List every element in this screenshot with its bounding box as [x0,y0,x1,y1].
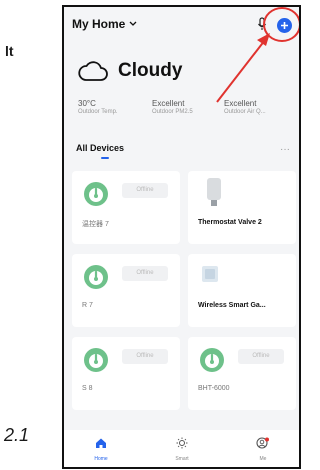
thermostat-icon [84,182,108,206]
chevron-down-icon [129,21,137,26]
cloud-icon [78,61,108,81]
radiator-valve-icon [207,178,221,206]
device-name: Thermostat Valve 2 [198,219,262,226]
device-name: S 8 [82,385,93,392]
weather-stat: 30°C Outdoor Temp. [78,99,148,115]
bottom-tab-bar: Home Smart Me [64,430,299,467]
offline-badge: Offline [238,349,284,364]
tab-me[interactable]: Me [238,436,288,462]
device-card[interactable]: Thermostat Valve 2 [188,171,296,244]
user-icon [256,437,269,449]
offline-badge: Offline [122,183,168,198]
stat-label: Outdoor Air Q... [224,109,266,115]
tab-label: Me [259,456,267,462]
device-name: Wireless Smart Ga... [198,302,266,309]
weather-stat: Excellent Outdoor PM2.5 [152,99,222,115]
home-selector[interactable]: My Home [72,17,137,31]
stat-value: Excellent [224,99,257,108]
device-name: 温控器 7 [82,221,109,228]
device-card[interactable]: Offline R 7 [72,254,180,327]
stat-label: Outdoor PM2.5 [152,109,193,115]
device-name: R 7 [82,302,93,309]
weather-summary: Cloudy [78,60,182,82]
stat-label: Outdoor Temp. [78,109,118,115]
annotation-circle [263,7,299,42]
tab-home[interactable]: Home [76,436,126,462]
figure-number: 2.1 [4,425,30,445]
stat-value: 30°C [78,99,96,108]
tab-label: Smart [175,456,189,462]
weather-stat: Excellent Outdoor Air Q... [224,99,294,115]
tab-smart[interactable]: Smart [157,436,207,462]
phone-screen: My Home Cloudy 30°C Outdoor Temp. Excell… [62,5,301,469]
offline-badge: Offline [122,266,168,281]
tab-all-devices[interactable]: All Devices [76,143,124,153]
thermostat-icon [84,265,108,289]
tab-indicator [101,157,109,159]
side-text-fragment: lt [5,43,14,59]
sun-icon [176,437,188,449]
smart-gateway-icon [202,266,218,282]
thermostat-icon [200,348,224,372]
device-card[interactable]: Offline S 8 [72,337,180,410]
device-card[interactable]: Offline 温控器 7 [72,171,180,244]
device-card[interactable]: Wireless Smart Ga... [188,254,296,327]
home-icon [96,438,106,448]
thermostat-icon [84,348,108,372]
offline-badge: Offline [122,349,168,364]
more-icon[interactable]: ··· [280,144,290,155]
weather-condition: Cloudy [118,60,183,81]
home-name: My Home [72,17,126,31]
device-card[interactable]: Offline BHT-6000 [188,337,296,410]
device-name: BHT-6000 [198,385,230,392]
stat-value: Excellent [152,99,185,108]
tab-label: Home [94,456,108,462]
